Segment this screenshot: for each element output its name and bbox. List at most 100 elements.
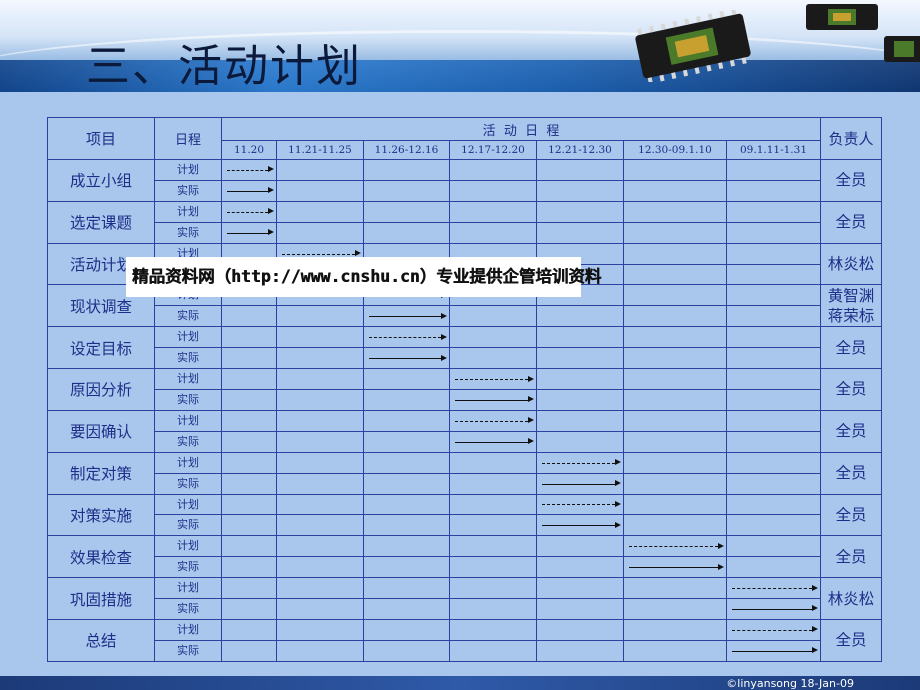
schedule-cell <box>363 326 450 349</box>
schedule-cell <box>536 639 624 662</box>
schedule-cell <box>725 639 822 662</box>
schedule-cell <box>725 200 822 223</box>
owner-name: 全员 <box>820 535 883 579</box>
schedule-cell <box>536 159 624 181</box>
schedule-cell <box>725 493 822 516</box>
schedule-cell <box>623 639 727 662</box>
planned-arrow <box>542 500 621 507</box>
schedule-cell <box>363 598 450 620</box>
table-row: 巩固措施 计划 林炎松 <box>47 577 883 620</box>
table-row: 实际 <box>48 598 882 620</box>
schedule-cell <box>363 200 450 223</box>
schedule-cell <box>449 493 537 516</box>
task-name: 总结 <box>47 618 155 662</box>
schedule-cell <box>221 347 277 370</box>
owner-name: 全员 <box>820 618 883 662</box>
schedule-cell <box>221 409 277 432</box>
schedule-cell <box>623 493 727 516</box>
date-header: 12.17-12.20 <box>449 140 537 160</box>
actual-label: 实际 <box>154 221 222 244</box>
schedule-cell <box>449 556 537 579</box>
schedule-cell <box>623 598 727 620</box>
schedule-cell <box>449 179 537 202</box>
table-row: 实际 <box>48 556 882 579</box>
table-row: 实际 <box>48 388 882 411</box>
task-name: 对策实施 <box>47 493 155 537</box>
actual-label: 实际 <box>154 472 222 495</box>
schedule-cell <box>276 159 364 181</box>
schedule-cell <box>221 326 277 349</box>
schedule-body: 成立小组计划全员实际选定课题计划全员实际活动计划计划林炎松实际现状调查计划黄智渊… <box>47 159 883 662</box>
schedule-cell <box>449 368 537 390</box>
schedule-cell <box>449 409 537 432</box>
schedule-cell <box>276 577 364 600</box>
schedule-cell <box>276 598 364 620</box>
schedule-cell <box>725 577 822 600</box>
schedule-cell <box>536 430 624 453</box>
table-row: 选定课题 计划 全员 <box>47 200 883 244</box>
schedule-cell <box>623 305 727 328</box>
schedule-table: 项目 日程 活 动 日 程 负责人 11.20 11.21-11.25 11.26-… <box>47 117 883 662</box>
schedule-cell <box>449 347 537 370</box>
microchip-icon <box>806 4 878 30</box>
plan-label: 计划 <box>154 535 222 558</box>
schedule-cell <box>725 618 822 641</box>
schedule-cell <box>363 493 450 516</box>
owner-name: 全员 <box>820 493 883 537</box>
schedule-cell <box>449 639 537 662</box>
schedule-cell <box>536 179 624 202</box>
schedule-cell <box>276 388 364 411</box>
schedule-cell <box>725 284 822 307</box>
schedule-cell <box>449 326 537 349</box>
task-name: 选定课题 <box>47 200 155 244</box>
schedule-cell <box>536 409 624 432</box>
schedule-cell <box>221 472 277 495</box>
actual-label: 实际 <box>154 305 222 328</box>
schedule-cell <box>623 221 727 244</box>
owner-name: 全员 <box>820 200 883 244</box>
schedule-cell <box>623 514 727 537</box>
schedule-cell <box>276 535 364 558</box>
planned-arrow <box>732 584 819 591</box>
schedule-cell <box>221 200 277 223</box>
schedule-cell <box>449 472 537 495</box>
actual-arrow <box>542 480 621 487</box>
schedule-cell <box>623 388 727 411</box>
schedule-cell <box>536 493 624 516</box>
plan-label: 计划 <box>154 200 222 223</box>
table-row: 总结 计划 全员 <box>47 618 883 662</box>
schedule-cell <box>623 326 727 349</box>
schedule-cell <box>725 368 822 390</box>
schedule-cell <box>623 535 727 558</box>
header-activity: 活 动 日 程 <box>220 117 822 141</box>
owner-name: 林炎松 <box>820 242 883 286</box>
schedule-cell <box>221 430 277 453</box>
owner-name: 林炎松 <box>820 577 883 620</box>
actual-label: 实际 <box>154 388 222 411</box>
schedule-cell <box>449 430 537 453</box>
schedule-cell <box>725 221 822 244</box>
schedule-cell <box>725 472 822 495</box>
owner-name: 全员 <box>820 326 883 370</box>
schedule-cell <box>623 284 727 307</box>
schedule-cell <box>221 159 277 181</box>
date-header: 11.20 <box>221 140 277 160</box>
task-name: 效果检查 <box>47 535 155 579</box>
schedule-cell <box>221 368 277 390</box>
schedule-cell <box>536 347 624 370</box>
plan-label: 计划 <box>154 618 222 641</box>
schedule-cell <box>536 618 624 641</box>
table-row: 实际 <box>48 179 882 202</box>
table-row: 实际 <box>48 639 882 662</box>
schedule-cell <box>363 347 450 370</box>
footer-credit: ©linyansong 18-Jan-09 <box>726 677 854 690</box>
schedule-cell <box>725 535 822 558</box>
schedule-cell <box>276 472 364 495</box>
schedule-cell <box>536 556 624 579</box>
date-header: 12.21-12.30 <box>536 140 624 160</box>
schedule-cell <box>363 179 450 202</box>
table-row: 实际 <box>48 221 882 244</box>
table-row: 实际 <box>48 347 882 370</box>
header-schedule: 日程 <box>154 117 222 160</box>
schedule-cell <box>725 242 822 265</box>
